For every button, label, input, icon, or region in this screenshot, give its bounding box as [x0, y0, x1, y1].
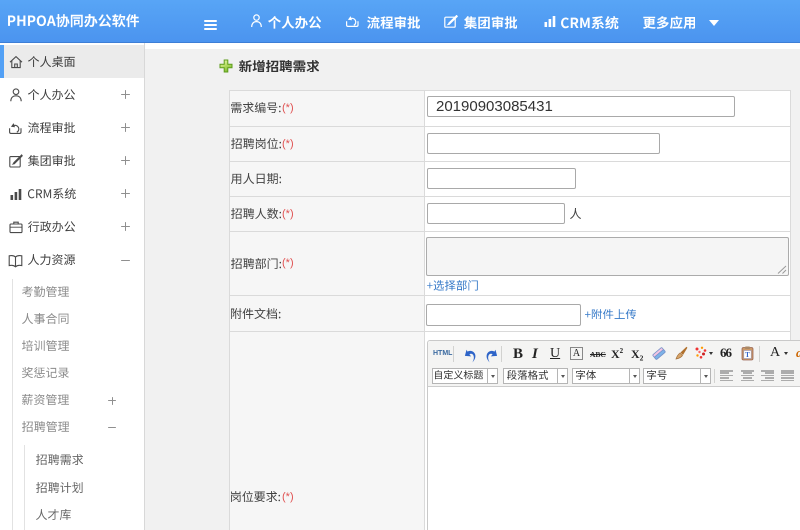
- svg-text:T: T: [745, 351, 750, 359]
